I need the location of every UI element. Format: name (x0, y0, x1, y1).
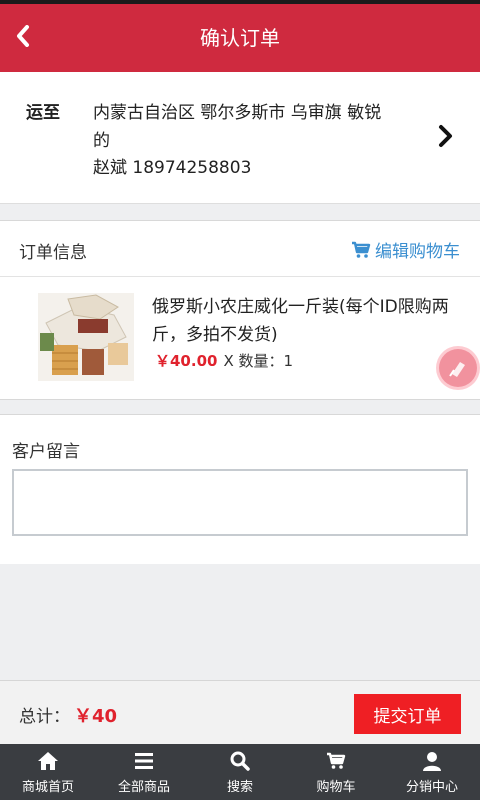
customer-message-section: 客户留言 (0, 414, 480, 564)
tab-distribution-center[interactable]: 分销中心 (384, 744, 480, 800)
product-wafer-image[interactable] (38, 293, 134, 381)
tab-all-products-label: 全部商品 (117, 780, 170, 795)
tab-home[interactable]: 商城首页 (0, 744, 96, 800)
cart-icon (325, 750, 347, 772)
address-line: 内蒙古自治区 鄂尔多斯市 乌审旗 敏锐 (93, 103, 382, 123)
product-quantity: X 数量：1 (223, 352, 294, 370)
tab-search-label: 搜索 (226, 780, 253, 795)
total-bar: 总计： ￥40 提交订单 (0, 680, 480, 744)
tab-home-label: 商城首页 (21, 780, 74, 795)
chevron-right-icon (439, 125, 452, 147)
tab-distribution-center-label: 分销中心 (405, 780, 458, 795)
tab-cart[interactable]: 购物车 (288, 744, 384, 800)
order-info-title: 订单信息 (19, 243, 87, 263)
total-value: ￥40 (74, 706, 118, 727)
edit-cart-label: 编辑购物车 (375, 242, 460, 262)
ship-to-label: 运至 (26, 103, 60, 123)
recipient-name-phone: 赵斌 18974258803 (93, 158, 252, 178)
order-total: 总计： ￥40 (19, 702, 117, 728)
product-price: ￥40.00 (155, 352, 218, 370)
shipping-address-card[interactable]: 运至 内蒙古自治区 鄂尔多斯市 乌审旗 敏锐 的 赵斌 18974258803 (0, 72, 480, 204)
tab-search[interactable]: 搜索 (192, 744, 288, 800)
product-name[interactable]: 俄罗斯小农庄威化一斤装(每个ID限购两斤，多拍不发货) (152, 293, 452, 349)
total-label: 总计： (19, 707, 70, 727)
price-quantity-line: ￥40.00 X 数量：1 (155, 350, 293, 371)
broom-icon (449, 362, 465, 377)
submit-order-button[interactable]: 提交订单 (354, 694, 461, 734)
floating-action-button[interactable] (436, 346, 480, 390)
cart-icon (352, 241, 371, 258)
customer-message-label: 客户留言 (12, 442, 80, 462)
tab-all-products[interactable]: 全部商品 (96, 744, 192, 800)
order-info-section: 订单信息 编辑购物车 俄罗斯小农庄威化一斤装(每个ID限购两斤，多拍不发货) ￥… (0, 220, 480, 400)
page-title: 确认订单 (200, 26, 280, 50)
list-icon (133, 750, 155, 772)
user-icon (421, 750, 443, 772)
address-line-continued: 的 (93, 131, 110, 151)
bottom-tab-bar: 商城首页 全部商品 搜索 购物车 分销中心 (0, 744, 480, 800)
top-bar: 确认订单 (0, 0, 480, 72)
tab-cart-label: 购物车 (316, 780, 356, 795)
order-info-header: 订单信息 编辑购物车 (0, 221, 480, 277)
home-icon (37, 750, 59, 772)
status-bar (0, 0, 480, 4)
edit-cart-link[interactable]: 编辑购物车 (351, 237, 460, 262)
search-icon (229, 750, 251, 772)
customer-message-input[interactable] (12, 469, 468, 536)
